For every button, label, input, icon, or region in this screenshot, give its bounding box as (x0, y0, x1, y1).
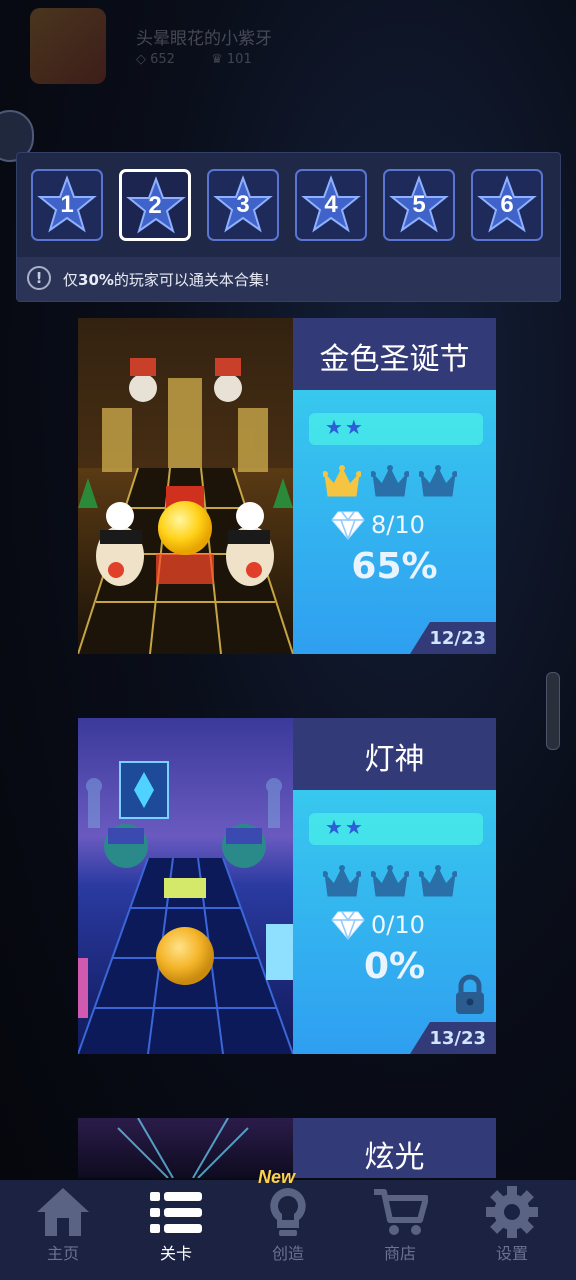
tab-chapter-2[interactable]: 2 (119, 169, 191, 241)
level-card[interactable]: 灯神 ★★ 0/10 0% 13/23 (78, 718, 496, 1054)
tab-chapter-3[interactable]: 3 (207, 169, 279, 241)
new-badge: New (258, 1167, 296, 1187)
level-card[interactable]: 金色圣诞节 ★★ 8/10 65% 12/23 (78, 318, 496, 654)
crown-earned-icon (322, 464, 362, 500)
difficulty-stars: ★★ (325, 815, 365, 839)
level-counter: 13/23 (410, 1022, 496, 1054)
lightbulb-icon (270, 1188, 306, 1236)
nav-shop[interactable]: 商店 (345, 1180, 455, 1280)
notice-text: 仅30%的玩家可以通关本合集! (63, 271, 270, 289)
list-icon (150, 1192, 202, 1233)
scrollbar[interactable] (546, 672, 560, 750)
tab-number: 3 (236, 191, 250, 218)
nav-levels[interactable]: 关卡 (121, 1180, 231, 1280)
level-title: 灯神 (364, 742, 425, 777)
crown-empty-icon (418, 864, 458, 900)
tab-number: 4 (324, 191, 338, 218)
level-title-bar: 灯神 (293, 718, 496, 790)
tab-chapter-4[interactable]: 4 (295, 169, 367, 241)
notice-bar: ! 仅30%的玩家可以通关本合集! (17, 257, 560, 301)
level-info-panel: 金色圣诞节 ★★ 8/10 65% 12/23 (293, 318, 496, 654)
tab-chapter-6[interactable]: 6 (471, 169, 543, 241)
tab-number: 2 (148, 192, 162, 219)
tab-chapter-1[interactable]: 1 (31, 169, 103, 241)
username: 头晕眼花的小紫牙 (136, 29, 272, 49)
gem-count: 8/10 (371, 511, 425, 539)
lock-icon (456, 974, 484, 1014)
crown-rating (322, 464, 473, 504)
level-title-bar: 炫光 (293, 1118, 496, 1178)
level-counter: 12/23 (410, 622, 496, 654)
gem-count: 0/10 (371, 911, 425, 939)
level-title: 金色圣诞节 (319, 342, 470, 377)
home-icon (37, 1188, 89, 1236)
level-info-panel: 灯神 ★★ 0/10 0% 13/23 (293, 718, 496, 1054)
nav-create[interactable]: 创造 (233, 1180, 343, 1280)
diamond-icon (331, 911, 365, 940)
difficulty-stars: ★★ (325, 415, 365, 439)
profile-header: 头晕眼花的小紫牙 ◇ 652 ♛ 101 (30, 8, 430, 86)
crown-empty-icon (370, 864, 410, 900)
crown-rating (322, 864, 473, 904)
progress-percent: 65% (351, 546, 438, 587)
tab-number: 5 (412, 191, 426, 218)
crown-count: ♛ 101 (211, 52, 252, 67)
gem-progress: 8/10 (331, 508, 481, 542)
gear-icon (486, 1186, 538, 1238)
avatar (30, 8, 106, 84)
difficulty-bar: ★★ (309, 813, 483, 845)
profile-stats: ◇ 652 ♛ 101 (136, 52, 284, 67)
diamond-icon (331, 511, 365, 540)
level-thumbnail (78, 718, 293, 1054)
info-icon: ! (27, 266, 51, 290)
tab-number: 1 (60, 191, 74, 218)
crown-empty-icon (418, 464, 458, 500)
level-thumbnail (78, 318, 293, 654)
tab-chapter-5[interactable]: 5 (383, 169, 455, 241)
difficulty-bar: ★★ (309, 413, 483, 445)
level-title-bar: 金色圣诞节 (293, 318, 496, 390)
tab-number: 6 (500, 191, 514, 218)
nav-settings[interactable]: 设置 (457, 1180, 567, 1280)
cart-icon (374, 1189, 428, 1235)
level-title: 炫光 (364, 1140, 425, 1175)
nav-home[interactable]: 主页 (8, 1180, 118, 1280)
gem-count: ◇ 652 (136, 52, 175, 67)
bottom-nav: 主页 关卡 创造 商店 设置 (0, 1180, 576, 1280)
crown-empty-icon (322, 864, 362, 900)
gem-progress: 0/10 (331, 908, 481, 942)
crown-empty-icon (370, 464, 410, 500)
chapter-selector: 1 2 3 4 5 6 ! 仅30%的玩家可以通关本合集! (16, 152, 561, 302)
